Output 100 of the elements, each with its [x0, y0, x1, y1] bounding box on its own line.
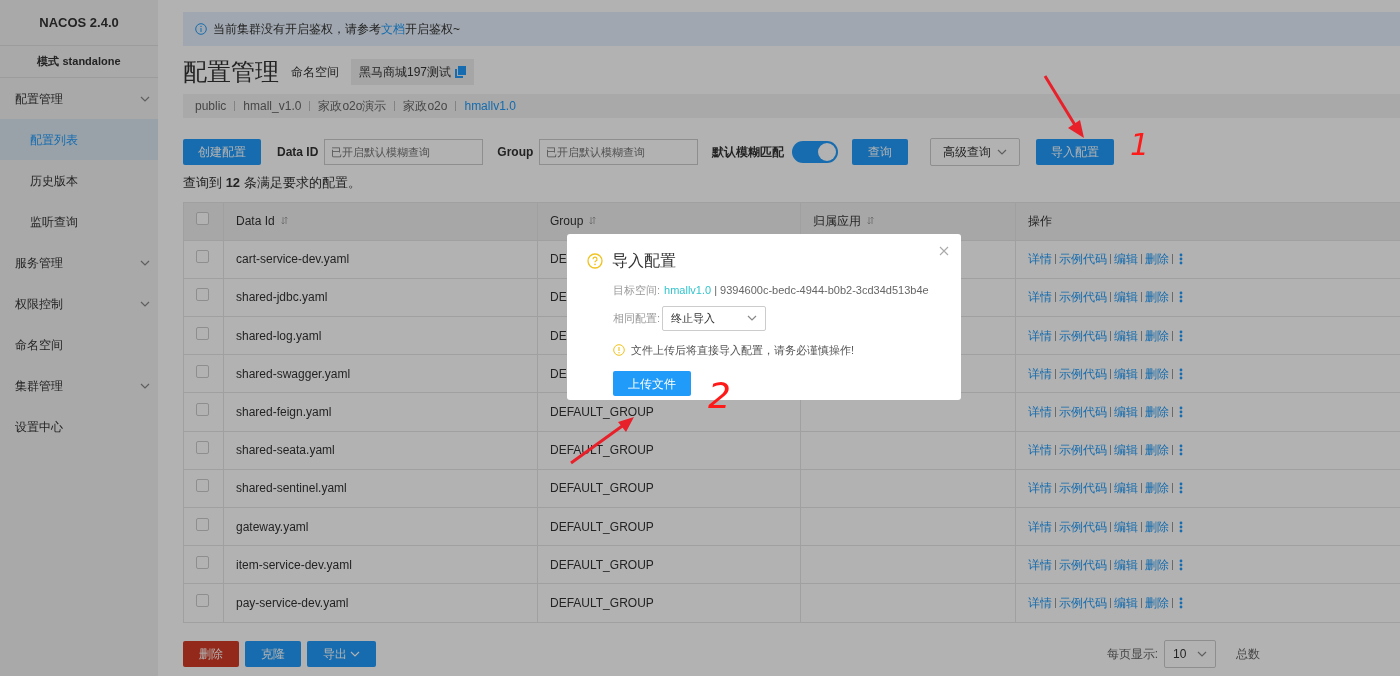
checkbox[interactable] — [196, 403, 209, 417]
action-link[interactable]: 示例代码 — [1059, 479, 1107, 498]
action-link[interactable]: 示例代码 — [1059, 326, 1107, 345]
action-link[interactable]: 详情 — [1028, 403, 1052, 422]
checkbox[interactable] — [196, 212, 209, 226]
checkbox[interactable] — [196, 250, 209, 264]
more-icon[interactable] — [1179, 558, 1183, 571]
sort-icon[interactable] — [867, 216, 874, 226]
action-link[interactable]: 示例代码 — [1059, 441, 1107, 460]
action-link[interactable]: 编辑 — [1114, 517, 1138, 536]
namespace-tab[interactable]: public — [195, 97, 227, 115]
advanced-query-button[interactable]: 高级查询 — [930, 138, 1021, 166]
namespace-tab[interactable]: 家政o2o演示 — [318, 97, 387, 115]
sidebar-item[interactable]: 权限控制 — [0, 283, 158, 324]
column-header: Data Id — [236, 214, 275, 229]
action-link[interactable]: 删除 — [1145, 517, 1169, 536]
action-link[interactable]: 示例代码 — [1059, 288, 1107, 307]
action-link[interactable]: 删除 — [1145, 288, 1169, 307]
table-cell: shared-sentinel.yaml — [236, 481, 347, 496]
policy-select[interactable]: 终止导入 — [662, 305, 767, 331]
close-icon[interactable] — [939, 246, 949, 256]
more-icon[interactable] — [1179, 291, 1183, 304]
action-link[interactable]: 删除 — [1145, 326, 1169, 345]
action-link[interactable]: 编辑 — [1114, 479, 1138, 498]
sidebar-item[interactable]: 监听查询 — [0, 201, 158, 242]
create-button[interactable]: 创建配置 — [183, 139, 261, 165]
import-button[interactable]: 导入配置 — [1036, 139, 1115, 165]
clone-button[interactable]: 克隆 — [245, 640, 301, 667]
table-cell: shared-swagger.yaml — [236, 366, 351, 381]
table-cell: shared-jdbc.yaml — [236, 290, 328, 305]
sort-icon[interactable] — [589, 216, 597, 226]
action-link[interactable]: 示例代码 — [1059, 250, 1107, 269]
input-field[interactable]: 已开启默认模糊查询 — [324, 139, 484, 165]
more-icon[interactable] — [1179, 406, 1183, 419]
action-link[interactable]: 详情 — [1028, 555, 1052, 574]
sidebar-item[interactable]: 配置列表 — [0, 119, 158, 160]
sidebar-item[interactable]: 集群管理 — [0, 365, 158, 406]
action-link[interactable]: 示例代码 — [1059, 517, 1107, 536]
doc-link[interactable]: 文档 — [381, 22, 405, 36]
action-link[interactable]: 详情 — [1028, 250, 1052, 269]
checkbox[interactable] — [196, 364, 209, 378]
action-link[interactable]: 删除 — [1145, 250, 1169, 269]
export-button[interactable]: 导出 — [307, 640, 376, 667]
checkbox[interactable] — [196, 555, 209, 569]
more-icon[interactable] — [1179, 596, 1183, 609]
more-icon[interactable] — [1179, 444, 1183, 457]
action-link[interactable]: 详情 — [1028, 288, 1052, 307]
action-link[interactable]: 编辑 — [1114, 364, 1138, 383]
action-link[interactable]: 编辑 — [1114, 441, 1138, 460]
action-link[interactable]: 编辑 — [1114, 593, 1138, 612]
action-link[interactable]: 示例代码 — [1059, 403, 1107, 422]
action-link[interactable]: 编辑 — [1114, 555, 1138, 574]
action-link[interactable]: 删除 — [1145, 593, 1169, 612]
action-link[interactable]: 编辑 — [1114, 250, 1138, 269]
action-link[interactable]: 详情 — [1028, 326, 1052, 345]
action-link[interactable]: 详情 — [1028, 593, 1052, 612]
sidebar-item[interactable]: 服务管理 — [0, 242, 158, 283]
namespace-tab[interactable]: hmall_v1.0 — [243, 97, 302, 115]
copy-icon[interactable] — [455, 66, 467, 78]
namespace-tab[interactable]: hmallv1.0 — [464, 97, 516, 115]
action-link[interactable]: 详情 — [1028, 364, 1052, 383]
action-link[interactable]: 编辑 — [1114, 403, 1138, 422]
input-field[interactable]: 已开启默认模糊查询 — [539, 139, 699, 165]
action-link[interactable]: 删除 — [1145, 555, 1169, 574]
delete-button[interactable]: 删除 — [183, 640, 239, 667]
action-link[interactable]: 详情 — [1028, 517, 1052, 536]
action-link[interactable]: 示例代码 — [1059, 555, 1107, 574]
query-button[interactable]: 查询 — [852, 139, 909, 165]
more-icon[interactable] — [1179, 482, 1183, 495]
action-link[interactable]: 示例代码 — [1059, 364, 1107, 383]
action-link[interactable]: 删除 — [1145, 364, 1169, 383]
action-link[interactable]: 删除 — [1145, 403, 1169, 422]
action-link[interactable]: 详情 — [1028, 479, 1052, 498]
more-icon[interactable] — [1179, 367, 1183, 380]
namespace-tab[interactable]: 家政o2o — [403, 97, 448, 115]
sidebar-item[interactable]: 配置管理 — [0, 78, 158, 119]
action-link[interactable]: 示例代码 — [1059, 593, 1107, 612]
more-icon[interactable] — [1179, 329, 1183, 342]
checkbox[interactable] — [196, 441, 209, 455]
checkbox[interactable] — [196, 593, 209, 607]
sidebar-item[interactable]: 命名空间 — [0, 324, 158, 365]
action-link[interactable]: 删除 — [1145, 479, 1169, 498]
toggle-switch[interactable] — [792, 141, 839, 163]
checkbox[interactable] — [196, 288, 209, 302]
checkbox[interactable] — [196, 479, 209, 493]
action-link[interactable]: 删除 — [1145, 441, 1169, 460]
action-link[interactable]: 编辑 — [1114, 288, 1138, 307]
sidebar-item[interactable]: 历史版本 — [0, 160, 158, 201]
more-icon[interactable] — [1179, 253, 1183, 266]
sidebar-item[interactable]: 设置中心 — [0, 406, 158, 447]
checkbox[interactable] — [196, 326, 209, 340]
sort-icon[interactable] — [280, 216, 288, 226]
table-cell: DE — [550, 252, 567, 267]
action-link[interactable]: 详情 — [1028, 441, 1052, 460]
more-icon[interactable] — [1179, 520, 1183, 533]
checkbox[interactable] — [196, 517, 209, 531]
page-size-select[interactable]: 10 — [1164, 639, 1216, 668]
table-cell: shared-feign.yaml — [236, 405, 332, 420]
action-link[interactable]: 编辑 — [1114, 326, 1138, 345]
upload-button[interactable]: 上传文件 — [613, 371, 691, 396]
